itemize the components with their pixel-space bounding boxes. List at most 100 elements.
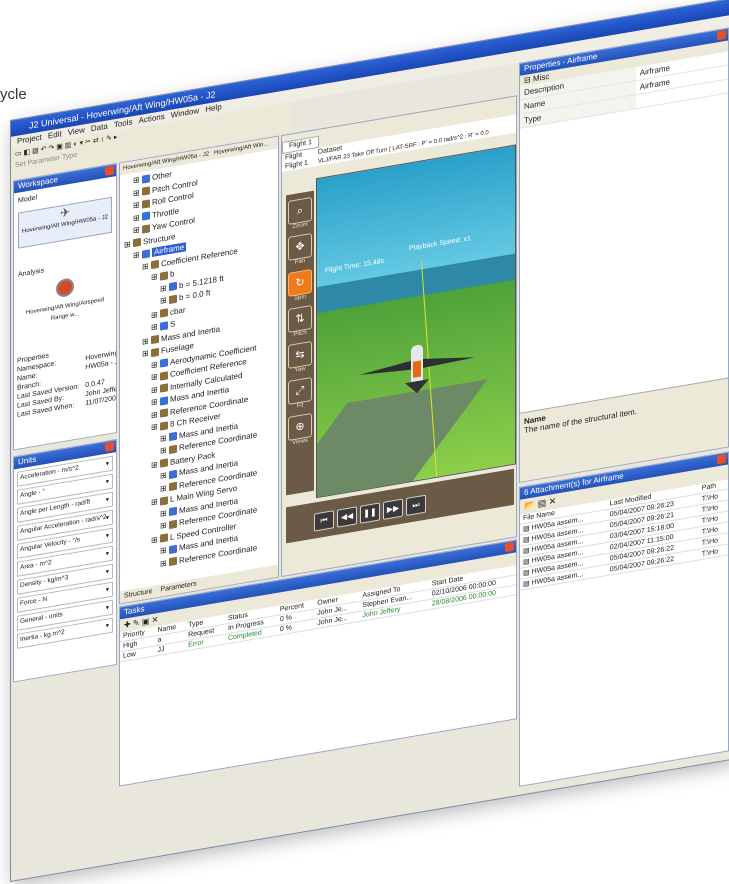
flight-panel: Flight 1 Flight Dataset Flight 1 VLJ/FAR 2…: [281, 95, 517, 578]
expand-icon: ⊞: [133, 224, 142, 236]
expand-icon: ⊞: [151, 359, 160, 370]
expand-icon: ⊞: [160, 470, 169, 481]
folder-icon: [168, 282, 177, 292]
chevron-down-icon: ▾: [105, 586, 109, 594]
close-icon[interactable]: [105, 165, 114, 176]
expand-icon: ⊞: [133, 212, 142, 223]
expand-icon: ⊞: [151, 409, 160, 420]
structure-tree: ⊞ Other ⊞ Pitch Control ⊞ Roll Control ⊞ Th…: [120, 149, 278, 580]
menu-item[interactable]: Help: [205, 102, 221, 114]
file-icon: ▤: [523, 557, 532, 567]
chevron-down-icon: ▾: [105, 532, 109, 540]
close-icon[interactable]: [717, 29, 726, 41]
3d-viewport[interactable]: Flight Time: 15.48s Playback Speed: x1: [316, 144, 516, 499]
unit-label: Density - kg/m^3: [20, 574, 69, 590]
expand-icon: ⊞: [151, 384, 160, 395]
file-icon: ▤: [523, 579, 532, 589]
playback-button[interactable]: ❚❚: [360, 502, 380, 524]
playback-button[interactable]: ▶▶: [383, 498, 403, 520]
expand-icon: ⊞: [142, 260, 151, 272]
close-icon[interactable]: [505, 541, 514, 553]
view-toolbar: ⌕ Zoom ✥ Pan ↻ Spin ⇅ Pitch ⇆ Yaw ⤢ Fit ⊕ Views: [286, 190, 314, 496]
chevron-down-icon: ▾: [105, 460, 109, 468]
chevron-down-icon: ▾: [105, 478, 109, 486]
folder-icon: [141, 174, 150, 184]
structure-tree-panel: Hoverwing/Aft Wing/HW05a - J2 Hoverwing/…: [119, 135, 279, 605]
folder-icon: [168, 519, 177, 530]
tree-item-label: b: [169, 269, 175, 279]
units-panel: Units Acceleration - m/s^2 ▾ Angle - ° ▾ Ang…: [13, 438, 117, 683]
folder-icon: [168, 469, 177, 480]
expand-icon: ⊞: [142, 335, 151, 347]
expand-icon: ⊞: [142, 348, 151, 359]
app-window: J2 Universal - Hoverwing/Aft Wing/HW05a …: [10, 0, 729, 883]
units-list: Acceleration - m/s^2 ▾ Angle - ° ▾ Angle per…: [14, 455, 116, 649]
expand-icon: ⊞: [151, 421, 160, 433]
folder-icon: [168, 482, 177, 492]
folder-icon: [159, 271, 168, 281]
expand-icon: ⊞: [151, 371, 160, 383]
expand-icon: ⊞: [160, 445, 169, 456]
gauge-icon: [56, 277, 74, 299]
expand-icon: ⊞: [151, 534, 160, 545]
expand-icon: ⊞: [124, 238, 133, 250]
expand-icon: ⊞: [160, 545, 169, 556]
expand-icon: ⊞: [151, 271, 160, 283]
folder-icon: [159, 321, 168, 331]
folder-icon: [150, 347, 159, 358]
expand-icon: ⊞: [160, 520, 169, 531]
folder-icon: [141, 199, 150, 209]
expand-icon: ⊞: [151, 321, 160, 333]
analysis-item-label: Hoverwing/Aft Wing/Airspeed Range w...: [25, 297, 105, 323]
menu-item[interactable]: View: [68, 125, 85, 137]
folder-icon: [159, 383, 168, 394]
tab-parameters[interactable]: Parameters: [160, 580, 196, 593]
folder-icon: [159, 371, 168, 381]
tree-item-label: S: [169, 319, 176, 329]
close-icon[interactable]: [105, 441, 114, 452]
chevron-down-icon: ▾: [105, 496, 109, 504]
folder-icon: [159, 458, 168, 469]
folder-icon: [159, 496, 168, 506]
file-icon: ▤: [523, 546, 532, 556]
file-icon: ▤: [523, 568, 532, 578]
menu-item[interactable]: Data: [91, 121, 108, 133]
expand-icon: ⊞: [160, 557, 169, 569]
expand-icon: ⊞: [133, 249, 142, 261]
folder-icon: [168, 294, 177, 305]
expand-icon: ⊞: [133, 174, 142, 186]
folder-icon: [159, 308, 168, 319]
workspace-properties: PropertiesNamespace:Hoverwing/Aft WingNa…: [14, 334, 117, 420]
folder-icon: [141, 211, 150, 222]
workspace-panel: Workspace Model ✈ Hoverwing/Aft Wing/HW0…: [13, 162, 117, 451]
attachments-panel: 6 Attachment(s) for Airframe 📂 ▤ ✕ File …: [519, 451, 729, 787]
caption-text: ycle: [0, 86, 27, 103]
folder-icon: [168, 557, 177, 567]
unit-label: Area - m^2: [20, 558, 52, 572]
folder-icon: [168, 507, 177, 517]
expand-icon: ⊞: [160, 507, 169, 519]
expand-icon: ⊞: [151, 459, 160, 470]
folder-icon: [141, 186, 150, 197]
folder-icon: [150, 335, 159, 345]
expand-icon: ⊞: [151, 496, 160, 508]
expand-icon: ⊞: [151, 309, 160, 320]
expand-icon: ⊞: [160, 282, 169, 294]
folder-icon: [159, 533, 168, 544]
folder-icon: [150, 260, 159, 270]
folder-icon: [168, 432, 177, 442]
menu-item[interactable]: Edit: [48, 129, 62, 140]
playback-button[interactable]: ⏭: [406, 494, 426, 517]
tree-item-label: cbar: [169, 304, 186, 317]
tab-structure[interactable]: Structure: [124, 588, 152, 600]
folder-icon: [132, 238, 141, 248]
close-icon[interactable]: [717, 453, 726, 465]
folder-icon: [159, 358, 168, 369]
chevron-down-icon: ▾: [105, 568, 109, 576]
playback-button[interactable]: ⏮: [314, 510, 334, 532]
folder-icon: [159, 421, 168, 431]
folder-icon: [159, 396, 168, 406]
playback-button[interactable]: ◀◀: [337, 506, 357, 528]
unit-label: Angle - °: [20, 488, 46, 500]
unit-label: Force - N: [20, 595, 48, 608]
